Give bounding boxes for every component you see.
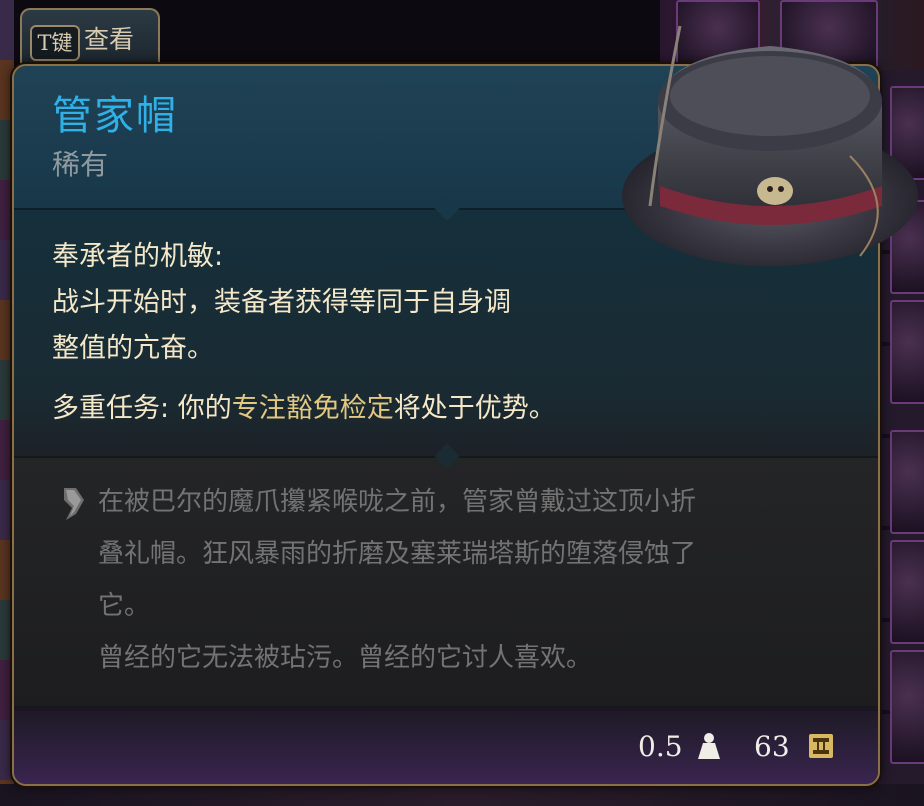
effect-description-text: 将处于优势。 bbox=[393, 393, 556, 424]
top-hat-image bbox=[622, 25, 918, 266]
lore-line: 它。 bbox=[98, 591, 151, 621]
inspect-tab[interactable]: T键 查看 bbox=[20, 8, 160, 66]
lore-text: 在被巴尔的魔爪攥紧喉咙之前，管家曾戴过这顶小折 叠礼帽。狂风暴雨的折磨及塞莱瑞塔… bbox=[98, 476, 858, 684]
quote-icon bbox=[64, 488, 84, 520]
inventory-row-bottom bbox=[0, 784, 924, 806]
item-effects: 奉承者的机敏: 战斗开始时，装备者获得等同于自身调 整值的亢奋。 多重任务: 你… bbox=[52, 234, 692, 446]
effect-name: 奉承者的机敏: bbox=[52, 241, 224, 272]
gold-icon bbox=[809, 734, 833, 758]
effect-description-line: 整值的亢奋。 bbox=[52, 333, 214, 364]
item-value: 63 bbox=[754, 730, 790, 763]
keyword-link[interactable]: 专注豁免检定 bbox=[232, 393, 394, 424]
effect-description-line: 战斗开始时，装备者获得等同于自身调 bbox=[52, 287, 511, 318]
lore-line: 在被巴尔的魔爪攥紧喉咙之前，管家曾戴过这顶小折 bbox=[98, 487, 697, 517]
inspect-tab-label: 查看 bbox=[84, 25, 135, 54]
lore-line: 曾经的它无法被玷污。曾经的它讨人喜欢。 bbox=[98, 643, 593, 673]
item-rarity: 稀有 bbox=[52, 148, 109, 181]
weight-icon bbox=[698, 733, 720, 759]
inventory-slot[interactable] bbox=[890, 430, 924, 534]
tooltip-footer: 0.5 63 bbox=[14, 710, 878, 784]
item-weight: 0.5 bbox=[638, 730, 683, 763]
keybind-badge: T键 bbox=[30, 25, 80, 61]
inventory-slot[interactable] bbox=[890, 300, 924, 404]
effect-description-text: 你的 bbox=[169, 393, 232, 424]
inventory-slot[interactable] bbox=[890, 540, 924, 644]
effect-entry: 奉承者的机敏: 战斗开始时，装备者获得等同于自身调 整值的亢奋。 bbox=[52, 234, 692, 372]
lore-line: 叠礼帽。狂风暴雨的折磨及塞莱瑞塔斯的堕落侵蚀了 bbox=[98, 539, 697, 569]
inventory-slot[interactable] bbox=[890, 650, 924, 764]
item-name: 管家帽 bbox=[52, 93, 178, 139]
effect-entry: 多重任务: 你的专注豁免检定将处于优势。 bbox=[52, 386, 692, 432]
effect-name: 多重任务: bbox=[52, 393, 170, 424]
